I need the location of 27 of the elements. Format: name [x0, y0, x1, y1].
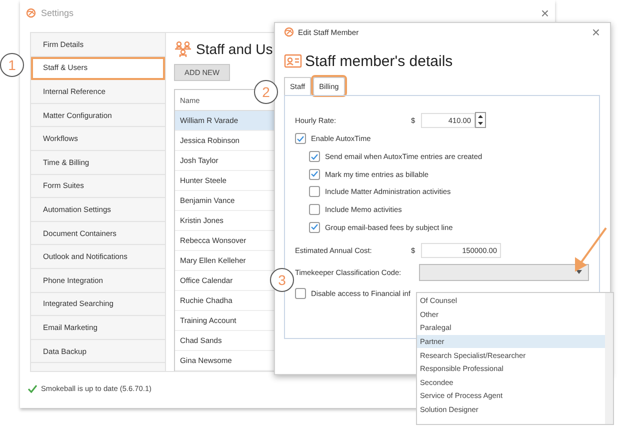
checkbox[interactable] [309, 186, 320, 198]
checkbox[interactable] [295, 288, 306, 300]
close-button[interactable]: × [592, 24, 600, 40]
logo-icon [284, 27, 294, 37]
dialog-heading: Staff member's details [305, 52, 453, 70]
check-icon [311, 154, 318, 160]
checkbox[interactable] [309, 151, 320, 162]
people-icon [174, 40, 192, 58]
logo-icon [26, 8, 36, 18]
window-title: Settings [41, 8, 75, 18]
checkbox[interactable] [309, 204, 320, 216]
checkbox[interactable] [309, 222, 320, 233]
check-icon [311, 171, 318, 178]
spinner-icon[interactable] [475, 112, 486, 128]
close-button[interactable]: × [540, 5, 549, 21]
arrow-icon [572, 226, 608, 272]
check-icon [28, 384, 37, 392]
caret-icon [576, 270, 582, 274]
step-number: 1 [0, 53, 24, 77]
scrollbar[interactable] [605, 293, 613, 424]
checkbox[interactable] [309, 168, 320, 180]
id-card-icon [284, 54, 302, 68]
page-title: Staff and Us [196, 40, 273, 56]
check-icon [311, 224, 318, 230]
checkbox[interactable] [295, 133, 306, 144]
classification-dropdown[interactable] [418, 264, 589, 281]
check-icon [297, 136, 304, 142]
